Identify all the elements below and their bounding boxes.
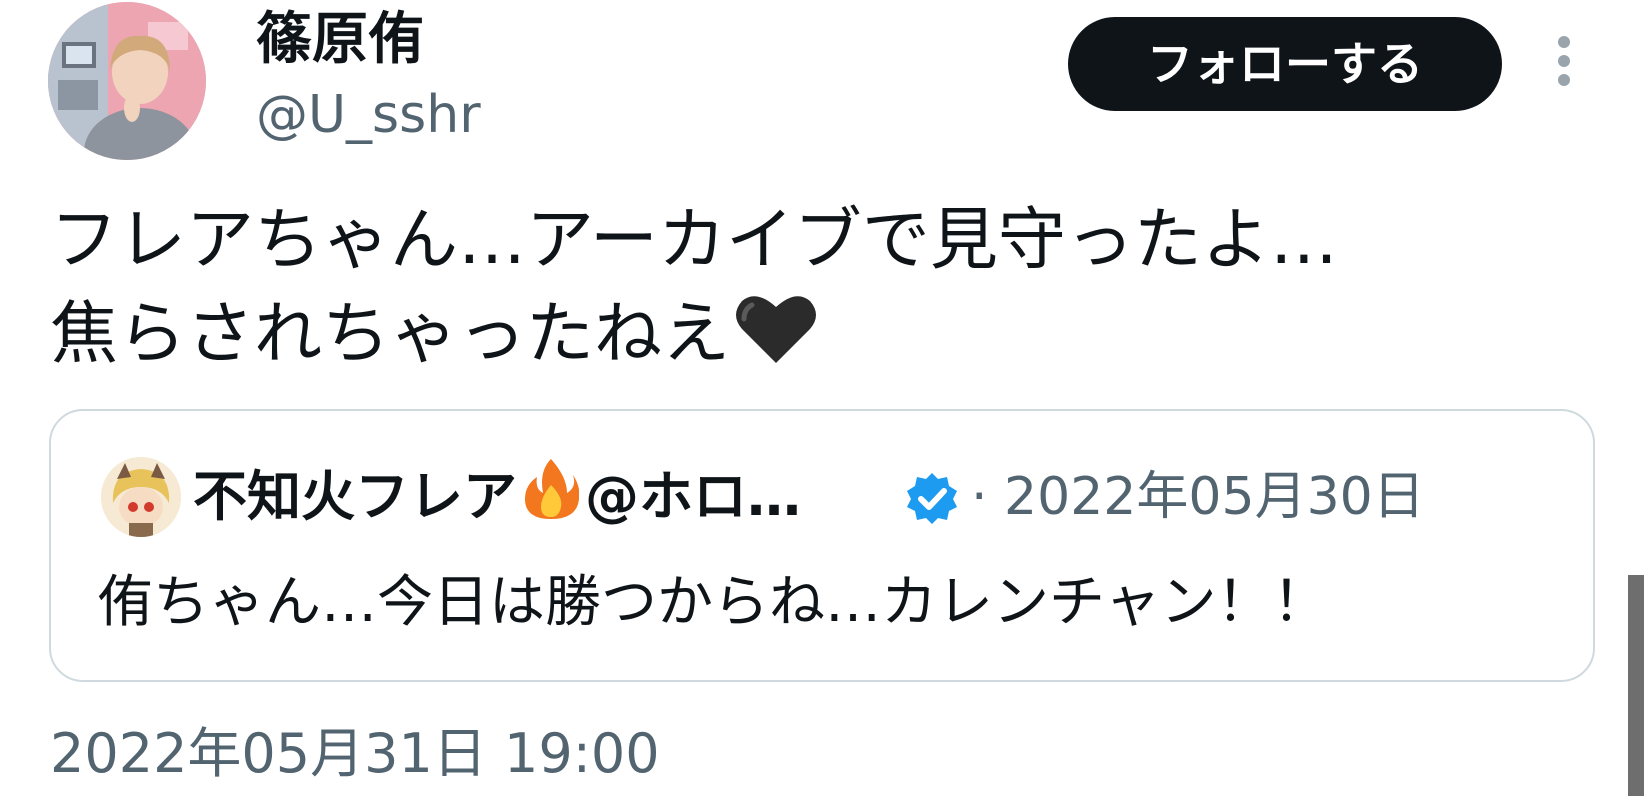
tweet-body: フレアちゃん…アーカイブで見守ったよ… 焦らされちゃったねえ bbox=[50, 194, 1338, 392]
fire-icon bbox=[523, 457, 580, 543]
quoted-handle[interactable]: @ホロ… bbox=[585, 465, 801, 528]
follow-button[interactable]: フォローする bbox=[1068, 17, 1502, 111]
quoted-author-avatar[interactable] bbox=[101, 457, 181, 537]
tweet-detail: 篠原侑 @U_sshr フォローする フレアちゃん…アーカイブで見守ったよ… 焦… bbox=[0, 0, 1644, 796]
tweet-text-line-1: フレアちゃん…アーカイブで見守ったよ… bbox=[50, 201, 1338, 280]
tweet-timestamp[interactable]: 2022年05月31日 19:00 bbox=[50, 718, 660, 790]
tweet-text-line-2: 焦らされちゃったねえ bbox=[50, 295, 731, 374]
author-avatar[interactable] bbox=[48, 2, 206, 160]
tweet-text-line-2-wrapper: 焦らされちゃったねえ bbox=[50, 288, 1338, 392]
scrollbar-thumb[interactable] bbox=[1628, 575, 1644, 796]
quoted-tweet-date: · 2022年05月30日 bbox=[971, 467, 1425, 527]
author-display-name[interactable]: 篠原侑 bbox=[256, 4, 424, 76]
author-handle[interactable]: @U_sshr bbox=[256, 80, 481, 150]
verified-badge-icon bbox=[905, 471, 959, 525]
black-heart-icon bbox=[734, 291, 818, 392]
user-avatar-photo-icon bbox=[48, 2, 206, 160]
quoted-tweet-card[interactable]: 不知火フレア @ホロ… · 2022年05月30日 侑ちゃん…今日は勝つからね…カ… bbox=[49, 409, 1595, 682]
quoted-author-line: 不知火フレア @ホロ… bbox=[193, 457, 801, 543]
more-vertical-icon bbox=[1558, 36, 1570, 86]
quoted-tweet-text: 侑ちゃん…今日は勝つからね…カレンチャン！！ bbox=[97, 570, 1329, 635]
character-avatar-icon bbox=[101, 457, 181, 537]
more-options-button[interactable] bbox=[1540, 30, 1588, 100]
quoted-display-name[interactable]: 不知火フレア bbox=[193, 465, 517, 528]
